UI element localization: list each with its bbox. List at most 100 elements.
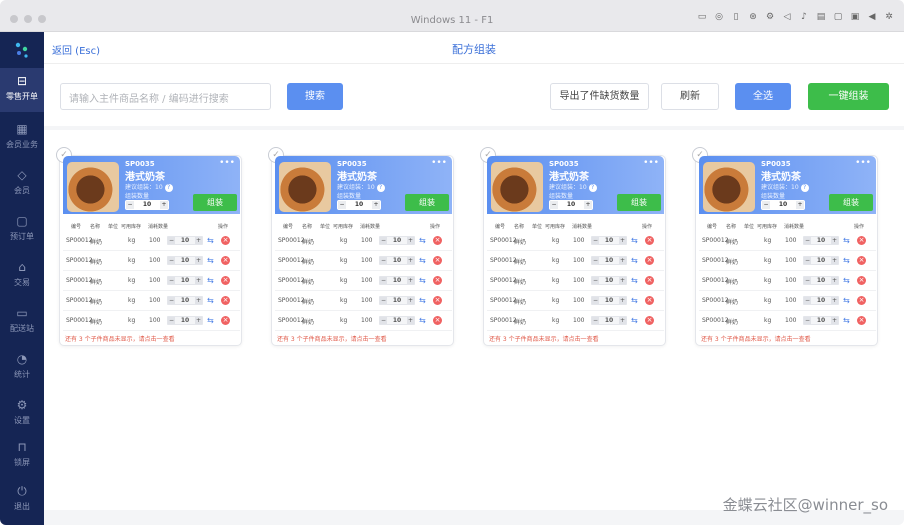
search-input[interactable]: 请输入主件商品名称 / 编码进行搜索 [60,83,271,110]
sidebar-item-retail[interactable]: ⊟ 零售开单 [0,68,44,112]
sidebar-item-preorder[interactable]: ▢ 预订单 [0,208,44,252]
network-icon[interactable]: ⊛ [748,12,758,22]
delete-icon[interactable]: × [433,236,442,245]
minus-icon[interactable]: − [762,201,770,209]
delete-icon[interactable]: × [645,276,654,285]
plus-icon[interactable]: + [584,201,592,209]
delete-icon[interactable]: × [645,296,654,305]
minus-icon[interactable]: − [592,317,599,324]
consume-qty-value[interactable]: 10 [812,277,830,284]
plus-icon[interactable]: + [372,201,380,209]
consume-qty-stepper[interactable]: −10 + [591,276,627,285]
assemble-qty-stepper[interactable]: −10 + [125,200,169,210]
delete-icon[interactable]: × [433,276,442,285]
consume-qty-value[interactable]: 10 [176,317,194,324]
minus-icon[interactable]: − [168,297,175,304]
minus-icon[interactable]: − [804,277,811,284]
consume-qty-value[interactable]: 10 [812,237,830,244]
consume-qty-value[interactable]: 10 [176,257,194,264]
consume-qty-stepper[interactable]: −10 + [591,316,627,325]
swap-icon[interactable]: ⇆ [419,296,428,305]
minus-icon[interactable]: − [550,201,558,209]
microphone-icon[interactable]: ♪ [799,12,809,22]
assemble-button[interactable]: 组装 [617,194,661,211]
minus-icon[interactable]: − [592,297,599,304]
consume-qty-value[interactable]: 10 [600,237,618,244]
minus-icon[interactable]: − [168,277,175,284]
search-button[interactable]: 搜索 [287,83,343,110]
swap-icon[interactable]: ⇆ [631,276,640,285]
swap-icon[interactable]: ⇆ [843,296,852,305]
delete-icon[interactable]: × [645,316,654,325]
delete-icon[interactable]: × [433,256,442,265]
plus-icon[interactable]: + [160,201,168,209]
plus-icon[interactable]: + [195,297,202,304]
minus-icon[interactable]: − [380,237,387,244]
camera-icon[interactable]: ▢ [833,12,843,22]
usb-icon[interactable]: ▯ [731,12,741,22]
sidebar-item-stats[interactable]: ◔ 统计 [0,346,44,390]
consume-qty-value[interactable]: 10 [176,297,194,304]
delete-icon[interactable]: × [221,276,230,285]
consume-qty-value[interactable]: 10 [388,237,406,244]
printer-icon[interactable]: ▤ [816,12,826,22]
sidebar-item-settings[interactable]: ⚙ 设置 [0,392,44,436]
swap-icon[interactable]: ⇆ [843,316,852,325]
plus-icon[interactable]: + [619,237,626,244]
minus-icon[interactable]: − [380,277,387,284]
minus-icon[interactable]: − [804,237,811,244]
assemble-button[interactable]: 组装 [829,194,873,211]
plus-icon[interactable]: + [407,297,414,304]
delete-icon[interactable]: × [645,256,654,265]
product-card[interactable]: ✓ SP0035 ••• 港式奶茶 建议组装：10? 组装数量 −10 + 组装 编号 名称 单位 可用… [56,147,242,346]
delete-icon[interactable]: × [221,296,230,305]
hidden-items-note[interactable]: 还有 3 个子件商品未显示，请点击一查看 [277,334,387,343]
select-all-button[interactable]: 全选 [735,83,791,110]
consume-qty-value[interactable]: 10 [176,237,194,244]
consume-qty-stepper[interactable]: −10 + [167,256,203,265]
consume-qty-value[interactable]: 10 [388,297,406,304]
plus-icon[interactable]: + [619,257,626,264]
swap-icon[interactable]: ⇆ [843,256,852,265]
minus-icon[interactable]: − [168,317,175,324]
delete-icon[interactable]: × [433,296,442,305]
plus-icon[interactable]: + [407,257,414,264]
consume-qty-stepper[interactable]: −10 + [167,296,203,305]
swap-icon[interactable]: ⇆ [631,236,640,245]
consume-qty-value[interactable]: 10 [600,317,618,324]
back-arrow-icon[interactable]: ◀ [867,12,877,22]
consume-qty-stepper[interactable]: −10 + [167,276,203,285]
delete-icon[interactable]: × [221,236,230,245]
minus-icon[interactable]: − [168,237,175,244]
delete-icon[interactable]: × [857,236,866,245]
plus-icon[interactable]: + [195,277,202,284]
more-icon[interactable]: ••• [643,158,659,168]
swap-icon[interactable]: ⇆ [631,296,640,305]
consume-qty-stepper[interactable]: −10 + [379,276,415,285]
sidebar-item-member[interactable]: ◇ 会员 [0,162,44,206]
swap-icon[interactable]: ⇆ [207,236,216,245]
minus-icon[interactable]: − [804,257,811,264]
consume-qty-value[interactable]: 10 [388,277,406,284]
minus-icon[interactable]: − [804,317,811,324]
assemble-qty-stepper[interactable]: −10 + [761,200,805,210]
swap-icon[interactable]: ⇆ [843,276,852,285]
export-button[interactable]: 导出了件缺货数量 [550,83,649,110]
assemble-qty-value[interactable]: 10 [559,201,583,208]
swap-icon[interactable]: ⇆ [207,276,216,285]
swap-icon[interactable]: ⇆ [631,256,640,265]
consume-qty-value[interactable]: 10 [600,297,618,304]
delete-icon[interactable]: × [857,296,866,305]
minus-icon[interactable]: − [592,237,599,244]
assemble-qty-stepper[interactable]: −10 + [337,200,381,210]
plus-icon[interactable]: + [831,297,838,304]
display-icon[interactable]: ▣ [850,12,860,22]
delete-icon[interactable]: × [857,276,866,285]
gear-icon[interactable]: ✲ [884,12,894,22]
delete-icon[interactable]: × [221,316,230,325]
assemble-button[interactable]: 组装 [193,194,237,211]
plus-icon[interactable]: + [619,277,626,284]
keyboard-icon[interactable]: ▭ [697,12,707,22]
sidebar-item-delivery[interactable]: ▭ 配送站 [0,300,44,344]
plus-icon[interactable]: + [831,237,838,244]
